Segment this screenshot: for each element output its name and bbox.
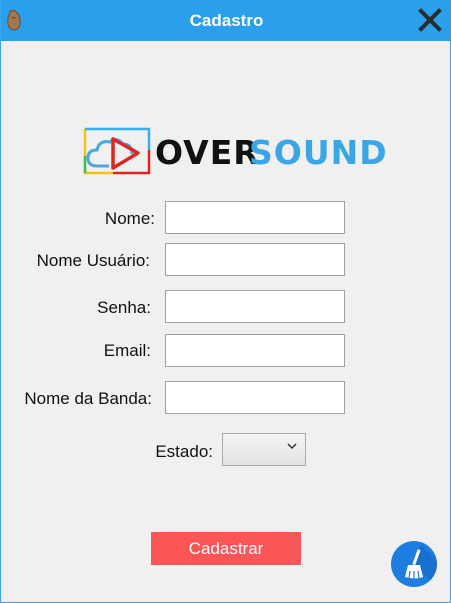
cadastrar-button[interactable]: Cadastrar	[151, 532, 301, 565]
title-bar: Cadastro	[1, 0, 451, 41]
nome-input[interactable]	[165, 201, 345, 234]
estado-label: Estado:	[155, 442, 213, 461]
banda-label: Nome da Banda:	[24, 389, 152, 408]
usuario-label: Nome Usuário:	[36, 251, 150, 270]
banda-input[interactable]	[165, 381, 345, 414]
clear-button[interactable]	[391, 541, 437, 587]
logo-word-over: OVER	[155, 133, 260, 172]
register-window: Cadastro OVER SOUND Nome: Nome Usuário: …	[0, 0, 451, 603]
close-icon[interactable]	[415, 5, 445, 35]
logo-icon	[83, 127, 151, 175]
senha-input[interactable]	[165, 290, 345, 323]
email-input[interactable]	[165, 334, 345, 367]
chevron-down-icon	[287, 443, 297, 450]
usuario-input[interactable]	[165, 243, 345, 276]
senha-label: Senha:	[97, 298, 151, 317]
logo: OVER SOUND	[83, 126, 387, 178]
window-title: Cadastro	[189, 11, 264, 30]
estado-select[interactable]	[222, 433, 306, 466]
logo-word-sound: SOUND	[249, 133, 388, 172]
nome-label: Nome:	[104, 209, 155, 228]
email-label: Email:	[103, 341, 151, 360]
broom-icon	[405, 545, 437, 587]
